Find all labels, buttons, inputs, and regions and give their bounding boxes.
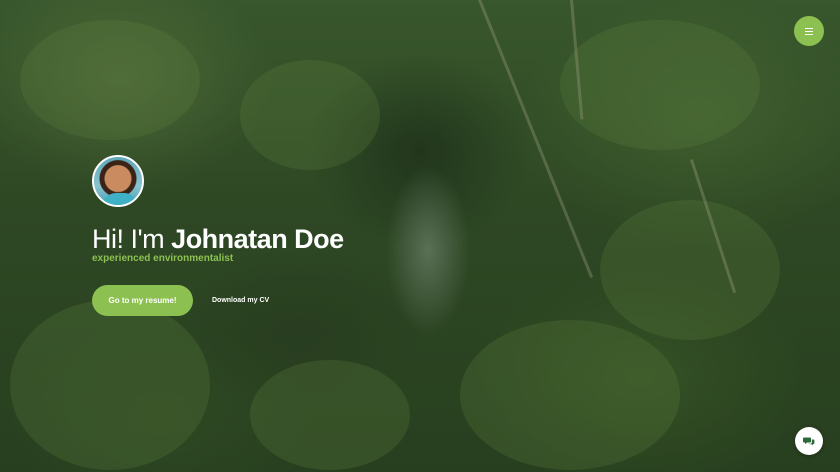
download-cv-link[interactable]: Download my CV: [212, 295, 269, 307]
subtitle: experienced environmentalist: [92, 253, 234, 264]
chat-bubbles-icon: [803, 437, 815, 446]
page-title: Hi! I'm Johnatan Doe: [92, 222, 344, 256]
menu-button[interactable]: [794, 16, 824, 46]
greeting-prefix: Hi! I'm: [92, 224, 165, 254]
avatar-shirt: [102, 193, 138, 205]
chat-button[interactable]: [795, 427, 823, 455]
hamburger-menu-icon: [805, 27, 813, 35]
avatar: [92, 155, 144, 207]
go-to-resume-button[interactable]: Go to my resume!: [92, 285, 193, 316]
person-name: Johnatan Doe: [171, 224, 344, 254]
